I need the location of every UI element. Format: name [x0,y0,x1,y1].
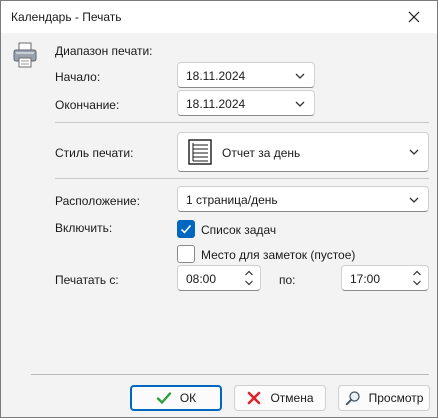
layout-value: 1 страница/день [186,193,278,207]
print-dialog: Календарь - Печать Диапазон печати: Нача… [0,0,438,418]
daily-report-icon [188,139,212,165]
printer-icon [13,42,37,68]
checkmark-icon [156,392,172,404]
include-label: Включить: [55,221,113,235]
chevron-down-icon [295,73,305,79]
separator [55,122,429,123]
close-button[interactable] [391,1,437,33]
ok-button[interactable]: ОК [130,385,222,411]
print-from-label: Печатать с: [55,273,119,287]
from-time-value: 08:00 [186,272,217,286]
magnifier-icon [345,391,360,406]
title-bar: Календарь - Печать [1,1,437,33]
chevron-down-icon [409,197,419,203]
cancel-label: Отмена [270,391,314,405]
to-time-spinner[interactable]: 17:00 [341,265,429,291]
preview-button[interactable]: Просмотр [338,385,430,411]
checkmark-icon [180,224,192,234]
start-label: Начало: [55,70,101,84]
task-list-label[interactable]: Список задач [201,223,276,237]
print-style-select[interactable]: Отчет за день [177,132,429,172]
from-time-spinner[interactable]: 08:00 [177,265,261,291]
task-list-checkbox[interactable] [177,220,195,238]
layout-select[interactable]: 1 страница/день [177,186,429,212]
layout-label: Расположение: [55,194,140,208]
ok-label: ОК [179,391,197,405]
chevron-down-icon [409,149,419,155]
end-date-picker[interactable]: 18.11.2024 [177,90,315,116]
notes-area-checkbox[interactable] [177,245,195,263]
print-range-heading: Диапазон печати: [55,44,153,58]
print-style-value: Отчет за день [222,146,301,160]
end-label: Окончание: [55,98,120,112]
to-time-value: 17:00 [350,272,381,286]
cancel-button[interactable]: Отмена [234,385,326,411]
red-x-icon [248,391,261,405]
start-date-value: 18.11.2024 [186,69,246,83]
spin-arrows-icon[interactable] [412,269,422,287]
preview-label: Просмотр [368,391,424,405]
window-title: Календарь - Печать [11,10,122,24]
start-date-picker[interactable]: 18.11.2024 [177,62,315,88]
separator [31,374,429,375]
end-date-value: 18.11.2024 [186,97,246,111]
notes-area-label[interactable]: Место для заметок (пустое) [201,248,355,262]
to-label: по: [279,273,296,287]
close-icon [408,11,420,23]
separator [55,178,429,179]
chevron-down-icon [295,101,305,107]
spin-arrows-icon[interactable] [244,269,254,287]
print-style-label: Стиль печати: [55,146,134,160]
